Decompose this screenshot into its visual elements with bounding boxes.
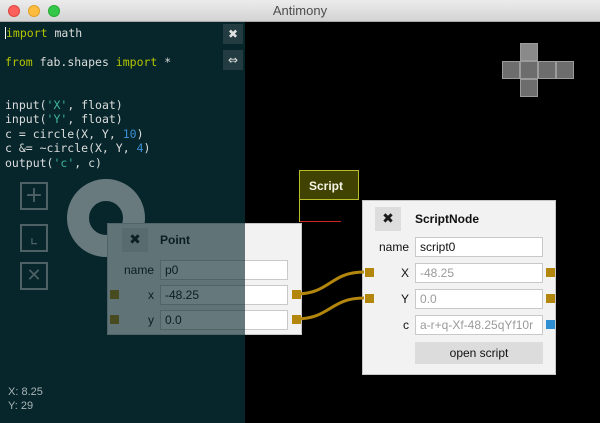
wire-x (295, 270, 365, 296)
wire-y (295, 296, 365, 321)
connection-wires (295, 270, 365, 321)
